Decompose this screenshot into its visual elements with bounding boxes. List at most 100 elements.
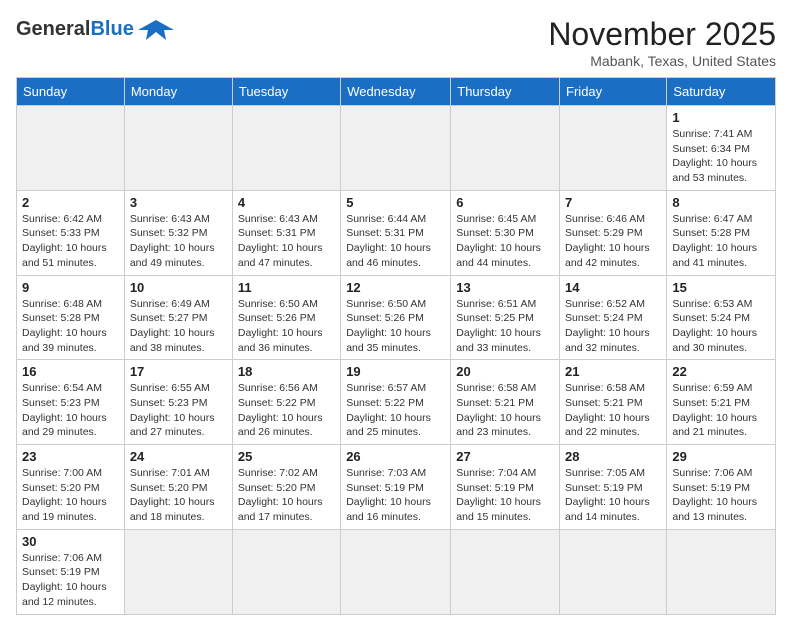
week-row-4: 16 Sunrise: 6:54 AMSunset: 5:23 PMDayligh… [17,360,776,445]
day-cell-5-2 [232,529,340,614]
header-wednesday: Wednesday [341,78,451,106]
day-cell-3-4: 20 Sunrise: 6:58 AMSunset: 5:21 PMDayligh… [451,360,560,445]
day-cell-1-0: 2 Sunrise: 6:42 AMSunset: 5:33 PMDaylight… [17,190,125,275]
day-number: 23 [22,449,119,464]
day-cell-3-2: 18 Sunrise: 6:56 AMSunset: 5:22 PMDayligh… [232,360,340,445]
day-info: Sunrise: 6:45 AMSunset: 5:30 PMDaylight:… [456,212,554,271]
day-number: 5 [346,195,445,210]
day-number: 22 [672,364,770,379]
day-info: Sunrise: 6:59 AMSunset: 5:21 PMDaylight:… [672,381,770,440]
day-cell-2-6: 15Sunrise: 6:53 AMSunset: 5:24 PMDayligh… [667,275,776,360]
day-info: Sunrise: 7:41 AMSunset: 6:34 PMDaylight:… [672,127,770,186]
header-friday: Friday [560,78,667,106]
day-info: Sunrise: 6:57 AMSunset: 5:22 PMDaylight:… [346,381,445,440]
day-cell-1-2: 4 Sunrise: 6:43 AMSunset: 5:31 PMDaylight… [232,190,340,275]
header-thursday: Thursday [451,78,560,106]
day-cell-5-1 [124,529,232,614]
day-number: 21 [565,364,661,379]
day-number: 20 [456,364,554,379]
day-number: 14 [565,280,661,295]
day-cell-0-0 [17,106,125,191]
day-info: Sunrise: 6:44 AMSunset: 5:31 PMDaylight:… [346,212,445,271]
day-info: Sunrise: 7:02 AMSunset: 5:20 PMDaylight:… [238,466,335,525]
header-saturday: Saturday [667,78,776,106]
day-info: Sunrise: 7:00 AMSunset: 5:20 PMDaylight:… [22,466,119,525]
day-info: Sunrise: 6:51 AMSunset: 5:25 PMDaylight:… [456,297,554,356]
day-number: 30 [22,534,119,549]
day-cell-4-1: 24 Sunrise: 7:01 AMSunset: 5:20 PMDayligh… [124,445,232,530]
day-number: 25 [238,449,335,464]
calendar-table: Sunday Monday Tuesday Wednesday Thursday… [16,77,776,615]
day-cell-1-4: 6 Sunrise: 6:45 AMSunset: 5:30 PMDaylight… [451,190,560,275]
logo-text: GeneralBlue [16,18,134,41]
day-number: 29 [672,449,770,464]
day-info: Sunrise: 7:03 AMSunset: 5:19 PMDaylight:… [346,466,445,525]
day-info: Sunrise: 7:04 AMSunset: 5:19 PMDaylight:… [456,466,554,525]
day-cell-4-3: 26Sunrise: 7:03 AMSunset: 5:19 PMDayligh… [341,445,451,530]
day-cell-0-2 [232,106,340,191]
day-number: 28 [565,449,661,464]
day-cell-4-6: 29 Sunrise: 7:06 AMSunset: 5:19 PMDayligh… [667,445,776,530]
day-cell-3-6: 22 Sunrise: 6:59 AMSunset: 5:21 PMDayligh… [667,360,776,445]
day-number: 16 [22,364,119,379]
page-header: GeneralBlue November 2025 Mabank, Texas,… [16,16,776,69]
week-row-6: 30Sunrise: 7:06 AMSunset: 5:19 PMDayligh… [17,529,776,614]
day-info: Sunrise: 6:43 AMSunset: 5:31 PMDaylight:… [238,212,335,271]
day-info: Sunrise: 6:50 AMSunset: 5:26 PMDaylight:… [238,297,335,356]
day-cell-1-6: 8 Sunrise: 6:47 AMSunset: 5:28 PMDaylight… [667,190,776,275]
day-number: 17 [130,364,227,379]
week-row-3: 9 Sunrise: 6:48 AMSunset: 5:28 PMDaylight… [17,275,776,360]
day-number: 24 [130,449,227,464]
day-info: Sunrise: 6:46 AMSunset: 5:29 PMDaylight:… [565,212,661,271]
day-number: 10 [130,280,227,295]
day-info: Sunrise: 6:54 AMSunset: 5:23 PMDaylight:… [22,381,119,440]
day-number: 12 [346,280,445,295]
day-info: Sunrise: 7:06 AMSunset: 5:19 PMDaylight:… [672,466,770,525]
logo-bird-icon [138,16,174,42]
day-cell-2-4: 13 Sunrise: 6:51 AMSunset: 5:25 PMDayligh… [451,275,560,360]
day-cell-5-6 [667,529,776,614]
day-info: Sunrise: 6:55 AMSunset: 5:23 PMDaylight:… [130,381,227,440]
day-info: Sunrise: 6:43 AMSunset: 5:32 PMDaylight:… [130,212,227,271]
day-cell-1-5: 7Sunrise: 6:46 AMSunset: 5:29 PMDaylight… [560,190,667,275]
day-number: 4 [238,195,335,210]
day-number: 2 [22,195,119,210]
location-title: Mabank, Texas, United States [548,53,776,69]
logo: GeneralBlue [16,16,174,42]
day-cell-5-3 [341,529,451,614]
day-cell-0-4 [451,106,560,191]
day-info: Sunrise: 6:58 AMSunset: 5:21 PMDaylight:… [565,381,661,440]
day-cell-0-1 [124,106,232,191]
day-info: Sunrise: 6:47 AMSunset: 5:28 PMDaylight:… [672,212,770,271]
week-row-2: 2 Sunrise: 6:42 AMSunset: 5:33 PMDaylight… [17,190,776,275]
day-cell-5-0: 30Sunrise: 7:06 AMSunset: 5:19 PMDayligh… [17,529,125,614]
day-cell-0-5 [560,106,667,191]
day-cell-3-1: 17 Sunrise: 6:55 AMSunset: 5:23 PMDayligh… [124,360,232,445]
day-cell-4-4: 27Sunrise: 7:04 AMSunset: 5:19 PMDayligh… [451,445,560,530]
day-cell-3-5: 21 Sunrise: 6:58 AMSunset: 5:21 PMDayligh… [560,360,667,445]
weekday-header-row: Sunday Monday Tuesday Wednesday Thursday… [17,78,776,106]
day-info: Sunrise: 7:01 AMSunset: 5:20 PMDaylight:… [130,466,227,525]
title-section: November 2025 Mabank, Texas, United Stat… [548,16,776,69]
day-number: 18 [238,364,335,379]
day-cell-3-3: 19Sunrise: 6:57 AMSunset: 5:22 PMDayligh… [341,360,451,445]
day-info: Sunrise: 6:52 AMSunset: 5:24 PMDaylight:… [565,297,661,356]
day-cell-2-5: 14 Sunrise: 6:52 AMSunset: 5:24 PMDayligh… [560,275,667,360]
day-info: Sunrise: 6:42 AMSunset: 5:33 PMDaylight:… [22,212,119,271]
day-info: Sunrise: 6:48 AMSunset: 5:28 PMDaylight:… [22,297,119,356]
day-cell-4-0: 23 Sunrise: 7:00 AMSunset: 5:20 PMDayligh… [17,445,125,530]
day-number: 9 [22,280,119,295]
day-number: 8 [672,195,770,210]
day-info: Sunrise: 6:50 AMSunset: 5:26 PMDaylight:… [346,297,445,356]
day-info: Sunrise: 6:56 AMSunset: 5:22 PMDaylight:… [238,381,335,440]
day-cell-4-2: 25 Sunrise: 7:02 AMSunset: 5:20 PMDayligh… [232,445,340,530]
day-cell-2-3: 12 Sunrise: 6:50 AMSunset: 5:26 PMDayligh… [341,275,451,360]
day-info: Sunrise: 6:58 AMSunset: 5:21 PMDaylight:… [456,381,554,440]
day-number: 3 [130,195,227,210]
day-number: 13 [456,280,554,295]
day-cell-1-3: 5 Sunrise: 6:44 AMSunset: 5:31 PMDaylight… [341,190,451,275]
day-number: 6 [456,195,554,210]
header-sunday: Sunday [17,78,125,106]
month-title: November 2025 [548,16,776,53]
day-cell-1-1: 3 Sunrise: 6:43 AMSunset: 5:32 PMDaylight… [124,190,232,275]
